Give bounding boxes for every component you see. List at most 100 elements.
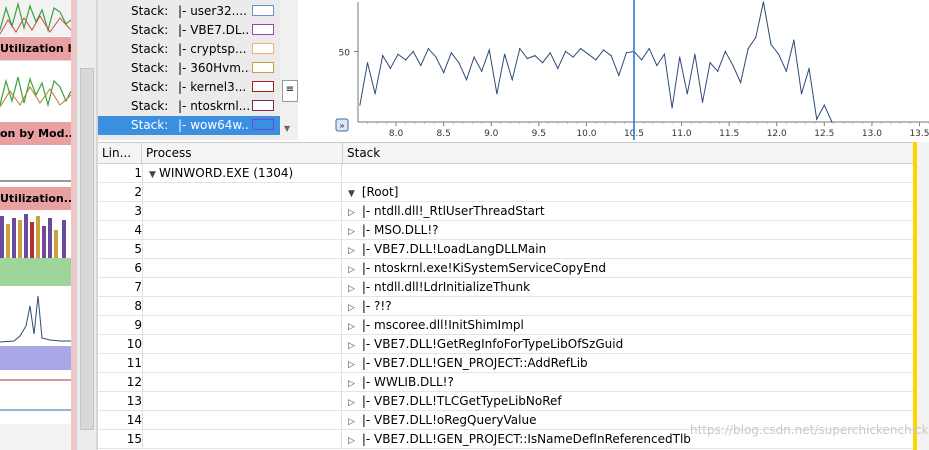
legend-color-swatch[interactable] (252, 119, 274, 130)
series-point (443, 71, 445, 74)
column-header-process[interactable]: Process (142, 143, 343, 165)
line-number-cell: 2 (134, 185, 142, 199)
collapse-triangle-icon[interactable]: ▼ (149, 166, 159, 182)
table-row[interactable]: 9 ▷ |- mscoree.dll!InitShimImpl (98, 316, 915, 335)
series-point (587, 53, 589, 55)
series-point (831, 121, 833, 123)
process-cell (142, 259, 342, 277)
table-row[interactable]: 8 ▷ |- ?!? (98, 297, 915, 316)
expand-triangle-icon[interactable]: ▷ (348, 394, 358, 410)
table-row[interactable]: 13 ▷ |- VBE7.DLL!TLCGetTypeLibNoRef (98, 392, 915, 411)
legend-value: |- user32.... (178, 4, 247, 18)
stack-frame-text: |- VBE7.DLL!GEN_PROJECT::IsNameDefInRefe… (361, 432, 691, 446)
table-row[interactable]: 1 ▼ WINWORD.EXE (1304) (98, 164, 915, 183)
expand-triangle-icon[interactable]: ▷ (348, 223, 358, 239)
legend-color-swatch[interactable] (252, 62, 274, 73)
expand-triangle-icon[interactable]: ▷ (348, 356, 358, 372)
x-tick-label: 11.5 (719, 129, 739, 139)
thumbnail-graph-4-plot (0, 214, 66, 258)
process-cell (142, 430, 342, 448)
legend-color-swatch[interactable] (252, 81, 274, 92)
legend-row[interactable]: Stack: |- kernel3... (98, 78, 298, 97)
thumbnail-header-4[interactable] (0, 258, 71, 286)
series-point (625, 52, 627, 54)
table-row[interactable]: 4 ▷ |- MSO.DLL!? (98, 221, 915, 240)
stack-cell: ▷ |- WWLIB.DLL!? (343, 373, 918, 391)
legend-scroll-down-icon[interactable]: ▼ (284, 124, 290, 133)
thumbnail-graph-5[interactable] (0, 286, 71, 346)
column-header-stack[interactable]: Stack (343, 143, 915, 165)
stack-cell: ▷ |- VBE7.DLL!GetRegInfoForTypeLibOfSzGu… (343, 335, 918, 353)
series-point (793, 39, 795, 41)
line-number-cell: 10 (126, 337, 142, 351)
stack-cell: ▷ |- VBE7.DLL!LoadLangDLLMain (343, 240, 918, 258)
legend-row[interactable]: Stack: |- 360Hvm... (98, 59, 298, 78)
legend-scrollbar[interactable]: ≡ ▼ (280, 0, 298, 140)
series-point (610, 55, 612, 57)
side-scroll-thumb[interactable] (80, 68, 94, 430)
series-point (823, 104, 825, 106)
series-point (382, 55, 384, 57)
legend-color-swatch[interactable] (252, 24, 274, 35)
expand-triangle-icon[interactable]: ▷ (348, 204, 358, 220)
thumbnail-header-3[interactable]: Utilization... (0, 187, 71, 210)
column-header-line[interactable]: Lin... (98, 143, 142, 165)
legend-scroll-grip-icon[interactable]: ≡ (282, 80, 298, 102)
legend-color-swatch[interactable] (252, 100, 274, 111)
series-point (679, 56, 681, 58)
expand-triangle-icon[interactable]: ▷ (348, 318, 358, 334)
side-scroll-panel[interactable] (76, 0, 97, 450)
expand-triangle-icon[interactable]: ▷ (348, 337, 358, 353)
x-tick-label: 10.0 (576, 129, 596, 139)
thumbnail-graph-5-plot (0, 295, 71, 343)
table-row[interactable]: 6 ▷ |- ntoskrnl.exe!KiSystemServiceCopyEn… (98, 259, 915, 278)
table-row[interactable]: 7 ▷ |- ntdll.dll!LdrInitializeThunk (98, 278, 915, 297)
thumbnail-header-2[interactable]: on by Mod... (0, 122, 71, 145)
cpu-series-line (359, 1, 833, 123)
expand-triangle-icon[interactable]: ▷ (348, 280, 358, 296)
legend-row[interactable]: Stack: |- VBE7.DL... (98, 21, 298, 40)
thumbnail-graph-6[interactable] (0, 370, 71, 424)
series-point (389, 67, 391, 69)
series-point (511, 79, 513, 81)
expand-triangle-icon[interactable]: ▷ (348, 375, 358, 391)
thumbnail-graph-3[interactable] (0, 145, 71, 185)
cpu-usage-chart[interactable]: 508.08.59.09.510.010.511.011.512.012.513… (298, 0, 929, 140)
line-number-cell: 5 (134, 242, 142, 256)
chart-plot-area[interactable]: 508.08.59.09.510.010.511.011.512.012.513… (298, 0, 929, 140)
stacked-bars (0, 214, 66, 258)
expand-triangle-icon[interactable]: ▷ (348, 242, 358, 258)
thumbnail-graph-1-plot (0, 1, 71, 35)
legend-key: Stack: (131, 118, 169, 132)
expand-triangle-icon[interactable]: ▷ (348, 299, 358, 315)
legend-row[interactable]: Stack: |- ntoskrnl.... (98, 97, 298, 116)
series-point (465, 79, 468, 81)
thumbnail-header-5[interactable] (0, 346, 71, 370)
zoom-chevron-icon[interactable]: » (339, 122, 345, 132)
table-row[interactable]: 12 ▷ |- WWLIB.DLL!? (98, 373, 915, 392)
legend-row[interactable]: Stack: |- user32.... (98, 2, 298, 21)
legend-row[interactable]: Stack: |- cryptsp... (98, 40, 298, 59)
collapse-triangle-icon[interactable]: ▼ (348, 185, 358, 201)
legend-color-swatch[interactable] (252, 5, 274, 16)
legend-color-swatch[interactable] (252, 43, 274, 54)
stack-frame-text: |- ntdll.dll!_RtlUserThreadStart (361, 204, 545, 218)
series-point (366, 62, 369, 64)
thumbnail-graph-4[interactable] (0, 210, 71, 258)
expand-triangle-icon[interactable]: ▷ (348, 261, 358, 277)
line-number-cell: 11 (126, 356, 142, 370)
table-row[interactable]: 3 ▷ |- ntdll.dll!_RtlUserThreadStart (98, 202, 915, 221)
thumbnail-header-1[interactable]: Utilization by... (0, 37, 71, 60)
expand-triangle-icon[interactable]: ▷ (348, 413, 358, 429)
legend-row[interactable]: Stack: |- wow64w... (98, 116, 298, 135)
expand-triangle-icon[interactable]: ▷ (348, 432, 358, 448)
table-row[interactable]: 5 ▷ |- VBE7.DLL!LoadLangDLLMain (98, 240, 915, 259)
table-row[interactable]: 10 ▷ |- VBE7.DLL!GetRegInfoForTypeLibOfSz… (98, 335, 915, 354)
x-tick-label: 9.0 (484, 129, 499, 139)
legend-value: |- kernel3... (178, 80, 247, 94)
table-row[interactable]: 2 ▼ [Root] (98, 183, 915, 202)
thumbnail-graph-1[interactable] (0, 0, 71, 36)
thumbnail-graph-2[interactable] (0, 60, 71, 111)
table-row[interactable]: 11 ▷ |- VBE7.DLL!GEN_PROJECT::AddRefLib (98, 354, 915, 373)
series-point (404, 59, 407, 61)
